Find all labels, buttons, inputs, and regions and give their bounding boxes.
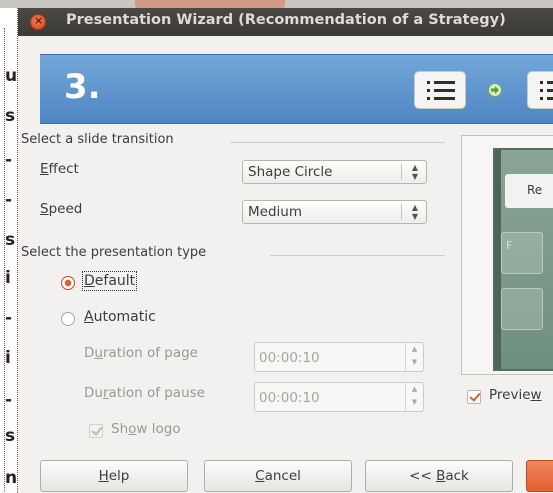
preview-thumbnail: Re F (493, 148, 553, 371)
automatic-radio-label[interactable]: Automatic (84, 309, 156, 325)
preview-label-text: Previe (489, 387, 531, 403)
show-logo-pre: Sh (111, 421, 129, 437)
spin-down-icon: ▼ (411, 358, 418, 366)
duration-pause-label: Duration of pause (84, 385, 205, 401)
spinner-buttons: ▲ ▼ (405, 343, 423, 371)
speed-mnemonic: S (40, 201, 49, 217)
help-mnemonic: H (98, 468, 109, 484)
outline-list-icon (414, 71, 466, 109)
help-button[interactable]: Help (40, 460, 188, 492)
preview-ghost-tile: F (501, 232, 543, 274)
presentation-type-group-title: Select the presentation type (21, 245, 207, 260)
default-label-text: efault (94, 273, 136, 289)
close-icon: × (34, 14, 44, 27)
default-radio[interactable] (61, 276, 75, 290)
doc-char: - (5, 308, 13, 328)
doc-char: s (5, 230, 16, 250)
doc-char: u (5, 66, 18, 86)
preview-card-text: Re (527, 183, 543, 197)
outline-list-icon-next (527, 71, 553, 109)
presentation-wizard-dialog: × Presentation Wizard (Recommendation of… (18, 8, 553, 493)
duration-page-spinner[interactable]: 00:00:10 ▲ ▼ (254, 342, 424, 372)
step-banner: 3. (40, 54, 553, 124)
preview-ghost-text: F (506, 239, 513, 252)
window-title: Presentation Wizard (Recommendation of a… (66, 12, 506, 28)
effect-select[interactable]: Shape Circle ▲ ▼ (242, 160, 427, 184)
preview-ghost-tile (501, 288, 543, 330)
default-radio-label[interactable]: Default (81, 271, 138, 291)
preview-checkbox-label[interactable]: Preview (489, 387, 542, 403)
default-mnemonic: D (84, 273, 95, 289)
show-logo-label[interactable]: Show logo (111, 421, 181, 437)
spin-up-icon: ▲ (411, 385, 418, 393)
show-logo-rest: w logo (136, 421, 181, 437)
duration-page-mnemonic: u (94, 345, 103, 361)
back-label: ack (445, 468, 469, 484)
spin-down-icon: ▼ (411, 398, 418, 406)
duration-pause-label-pre: Du (84, 385, 103, 401)
spin-up-icon: ▲ (411, 345, 418, 353)
cancel-mnemonic: C (255, 468, 265, 484)
document-margin-strip: u s - - s i - i - s n (0, 8, 18, 493)
group-divider (230, 142, 445, 143)
updown-arrows-icon: ▲ ▼ (411, 163, 418, 181)
preview-card: Re (505, 174, 553, 208)
automatic-label-text: utomatic (93, 309, 156, 325)
doc-char: - (5, 150, 13, 170)
duration-page-label-rest: ration of page (102, 345, 198, 361)
automatic-mnemonic: A (84, 309, 94, 325)
close-button[interactable]: × (30, 14, 46, 30)
background-window-strip (0, 0, 553, 8)
speed-label: Speed (40, 201, 82, 217)
back-button[interactable]: << Back (365, 460, 513, 492)
effect-select-value: Shape Circle (248, 164, 333, 180)
doc-char: s (5, 426, 16, 446)
effect-label-text: ffect (48, 161, 79, 177)
margin-guide-line (4, 28, 5, 493)
duration-pause-value: 00:00:10 (259, 390, 320, 406)
group-divider (270, 255, 445, 256)
doc-char: i (5, 348, 11, 368)
arrow-right-icon (488, 83, 502, 97)
show-logo-checkbox[interactable] (89, 424, 103, 438)
duration-page-value: 00:00:10 (259, 350, 320, 366)
doc-char: - (5, 390, 13, 410)
title-bar: × Presentation Wizard (Recommendation of… (18, 8, 553, 36)
spinner-buttons: ▲ ▼ (405, 383, 423, 411)
transition-group-title: Select a slide transition (21, 132, 174, 147)
back-prefix: << (409, 468, 437, 484)
preview-checkbox[interactable] (467, 390, 481, 404)
background-tab (135, 0, 285, 8)
speed-select-value: Medium (248, 204, 302, 220)
doc-char: - (5, 190, 13, 210)
next-button[interactable] (526, 460, 553, 492)
step-number: 3. (64, 67, 101, 107)
doc-char: n (5, 468, 18, 488)
effect-mnemonic: E (40, 161, 49, 177)
duration-pause-spinner[interactable]: 00:00:10 ▲ ▼ (254, 382, 424, 412)
preview-mnemonic: w (530, 387, 542, 403)
speed-label-text: peed (48, 201, 83, 217)
doc-char: i (5, 268, 11, 288)
updown-arrows-icon: ▲ ▼ (411, 203, 418, 221)
doc-char: s (5, 106, 16, 126)
duration-page-label: Duration of page (84, 345, 198, 361)
speed-select[interactable]: Medium ▲ ▼ (242, 200, 427, 224)
duration-pause-label-rest: ation of pause (108, 385, 205, 401)
duration-page-label-pre: D (84, 345, 95, 361)
effect-label: Effect (40, 161, 79, 177)
help-label: elp (108, 468, 130, 484)
combo-separator (401, 164, 402, 180)
back-mnemonic: B (436, 468, 446, 484)
cancel-button[interactable]: Cancel (204, 460, 352, 492)
automatic-radio[interactable] (61, 312, 75, 326)
cancel-label: ancel (264, 468, 301, 484)
combo-separator (401, 204, 402, 220)
